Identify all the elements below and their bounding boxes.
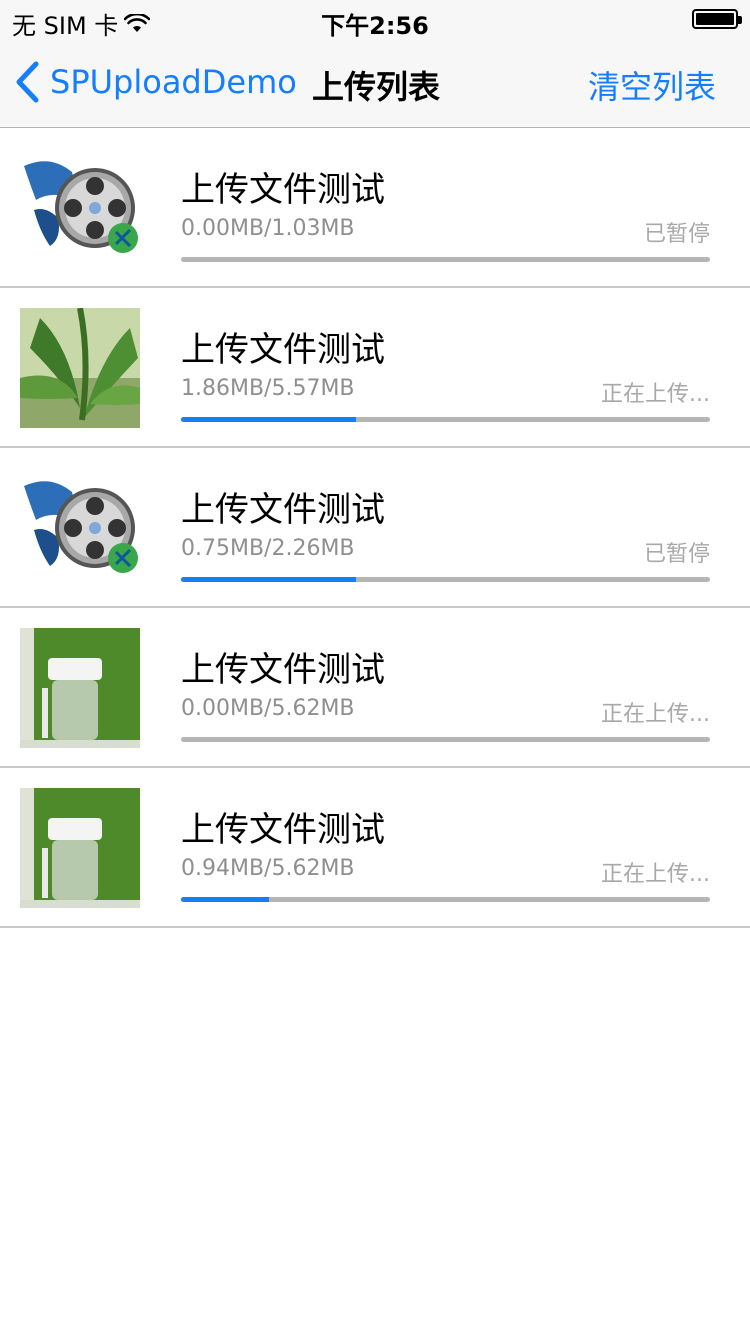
upload-progress-fill [181, 897, 270, 902]
plant-photo [20, 308, 140, 428]
upload-row[interactable]: 上传文件测试 0.75MB/2.26MB 已暂停 [0, 448, 750, 608]
upload-title: 上传文件测试 [181, 810, 385, 850]
back-button-label: SPUploadDemo [50, 63, 297, 101]
video-icon [24, 481, 138, 573]
upload-title: 上传文件测试 [181, 170, 385, 210]
upload-status: 正在上传... [601, 862, 710, 887]
clear-list-button[interactable]: 清空列表 [588, 62, 716, 108]
chevron-left-icon [16, 61, 39, 103]
upload-row[interactable]: 上传文件测试 0.00MB/5.62MB 正在上传... [0, 608, 750, 768]
upload-size: 0.00MB/5.62MB [181, 696, 355, 721]
upload-status: 已暂停 [643, 542, 710, 567]
upload-status: 已暂停 [643, 222, 710, 247]
upload-row[interactable]: 上传文件测试 0.94MB/5.62MB 正在上传... [0, 768, 750, 928]
jar-photo [20, 628, 140, 748]
upload-title: 上传文件测试 [181, 330, 385, 370]
status-bar: 无 SIM 卡 下午2:56 [0, 0, 750, 40]
navigation-bar: SPUploadDemo 上传列表 清空列表 [0, 40, 750, 128]
page-title: 上传列表 [312, 68, 441, 106]
upload-size: 0.00MB/1.03MB [181, 216, 355, 241]
upload-row[interactable]: 上传文件测试 0.00MB/1.03MB 已暂停 [0, 128, 750, 288]
jar-photo [20, 788, 140, 908]
upload-status: 正在上传... [601, 702, 710, 727]
upload-title: 上传文件测试 [181, 650, 385, 690]
upload-progress-bar [181, 737, 710, 742]
upload-status: 正在上传... [601, 382, 710, 407]
upload-row[interactable]: 上传文件测试 1.86MB/5.57MB 正在上传... [0, 288, 750, 448]
upload-title: 上传文件测试 [181, 490, 385, 530]
upload-size: 0.75MB/2.26MB [181, 536, 355, 561]
status-time: 下午2:56 [321, 12, 429, 40]
upload-progress-bar [181, 417, 710, 422]
back-button[interactable]: SPUploadDemo [14, 60, 297, 104]
upload-progress-bar [181, 897, 710, 902]
upload-progress-bar [181, 257, 710, 262]
video-icon [24, 161, 138, 253]
upload-progress-fill [181, 577, 356, 582]
upload-progress-fill [181, 417, 356, 422]
upload-progress-bar [181, 577, 710, 582]
upload-list: 上传文件测试 0.00MB/1.03MB 已暂停 上传文件测试 1.86MB/5… [0, 128, 750, 928]
battery-icon [692, 9, 742, 29]
upload-size: 0.94MB/5.62MB [181, 856, 355, 881]
upload-size: 1.86MB/5.57MB [181, 376, 355, 401]
